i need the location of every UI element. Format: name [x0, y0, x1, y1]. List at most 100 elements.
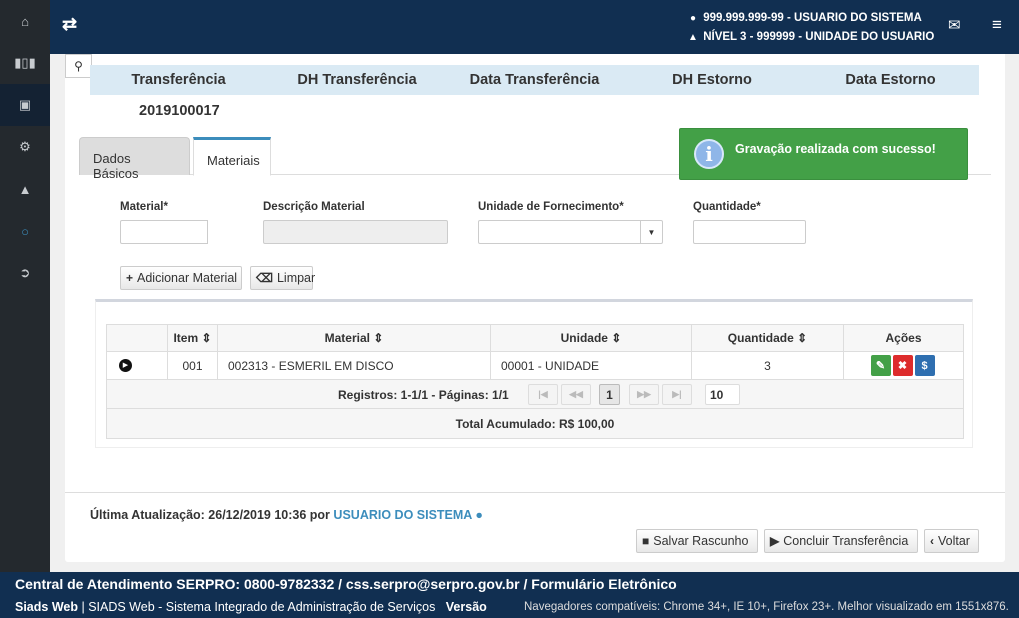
back-button[interactable]: ‹ Voltar: [924, 529, 979, 553]
page-size-select[interactable]: 10: [705, 384, 740, 405]
descricao-label: Descrição Material: [263, 201, 365, 213]
edit-icon[interactable]: ✎: [870, 355, 891, 376]
sign-in-icon[interactable]: ➲: [0, 252, 50, 294]
browsers-text: Navegadores compatíveis: Chrome 34+, IE …: [524, 601, 1009, 613]
user-icon: ●: [475, 508, 483, 522]
transfer-header-table: Transferência DH Transferência Data Tran…: [90, 65, 979, 95]
cell-material: 002313 - ESMERIL EM DISCO: [218, 352, 491, 379]
save-draft-label: Salvar Rascunho: [653, 534, 749, 548]
envelope-icon[interactable]: ✉: [948, 16, 961, 34]
prev-page-icon[interactable]: ◀◀: [561, 384, 591, 405]
quantidade-label: Quantidade*: [693, 201, 761, 213]
grid-header-material-label: Material: [324, 331, 370, 345]
support-text: Central de Atendimento SERPRO: 0800-9782…: [15, 576, 677, 592]
grid-header-item-label: Item: [173, 331, 199, 345]
eraser-icon: ⌫: [256, 271, 273, 285]
page-1-button[interactable]: 1: [599, 384, 620, 405]
sort-icon: ⇕: [611, 331, 622, 345]
save-draft-button[interactable]: ■ Salvar Rascunho: [636, 529, 758, 553]
success-toast[interactable]: i Gravação realizada com sucesso!: [679, 128, 968, 180]
chevron-left-icon: ‹: [930, 534, 934, 548]
version-label: Versão: [445, 600, 487, 614]
last-update-user-link[interactable]: USUARIO DO SISTEMA: [333, 508, 471, 522]
unidade-label: Unidade de Fornecimento*: [478, 201, 624, 213]
hamburger-menu-icon[interactable]: ≡: [992, 15, 1002, 35]
header-col-data-transferencia: Data Transferência: [469, 72, 600, 88]
table-row: ▶ 001 002313 - ESMERIL EM DISCO 00001 - …: [107, 352, 963, 380]
divider: [65, 492, 1005, 493]
system-line: Siads Web | SIADS Web - Sistema Integrad…: [15, 600, 487, 614]
tab-dados-basicos[interactable]: Dados Básicos: [79, 137, 190, 181]
clear-label: Limpar: [276, 271, 316, 285]
grid-header-item[interactable]: Item ⇕: [168, 325, 218, 351]
grid-header-quantidade-label: Quantidade: [727, 331, 794, 345]
grid-header-row: Item ⇕ Material ⇕ Unidade ⇕ Quantidade ⇕…: [107, 325, 963, 352]
grid-total: Total Acumulado: R$ 100,00: [107, 409, 963, 438]
barcode-icon[interactable]: ▮▯▮: [0, 42, 50, 84]
material-label: Material*: [120, 201, 168, 213]
sitemap-icon: ▲: [688, 32, 698, 43]
user-line: 999.999.999-99 - USUARIO DO SISTEMA: [703, 12, 922, 24]
home-icon[interactable]: ⌂: [0, 0, 50, 42]
info-icon: i: [694, 139, 724, 169]
grid-header-acoes: Ações: [885, 331, 922, 345]
grid-header-material[interactable]: Material ⇕: [218, 325, 491, 351]
header-col-data-estorno: Data Estorno: [845, 72, 936, 88]
expand-row-icon[interactable]: ▶: [107, 352, 168, 379]
conclude-transfer-button[interactable]: ▶ Concluir Transferência: [764, 529, 918, 553]
cogs-icon[interactable]: ⚙: [0, 126, 50, 168]
unit-line: NÍVEL 3 - 999999 - UNIDADE DO USUARIO: [703, 31, 935, 43]
grid-header-quantidade[interactable]: Quantidade ⇕: [692, 325, 844, 351]
grid-header-unidade-label: Unidade: [560, 331, 608, 345]
toggle-sidebar-icon[interactable]: ⇄: [62, 14, 77, 35]
header-col-dh-transferencia: DH Transferência: [297, 72, 417, 88]
top-navbar: ⇄ ● 999.999.999-99 - USUARIO DO SISTEMA …: [50, 0, 1019, 54]
cell-quantidade: 3: [692, 352, 844, 379]
conclude-transfer-label: Concluir Transferência: [783, 534, 909, 548]
descricao-input: [263, 220, 448, 244]
cell-unidade: 00001 - UNIDADE: [491, 352, 692, 379]
grid-header-unidade[interactable]: Unidade ⇕: [491, 325, 692, 351]
last-update: Última Atualização: 26/12/2019 10:36 por…: [90, 508, 483, 522]
grid-header-expand: [107, 325, 168, 351]
first-page-icon[interactable]: |◀: [528, 384, 558, 405]
add-material-button[interactable]: + Adicionar Material: [120, 266, 242, 290]
header-col-transferencia: Transferência: [131, 72, 226, 88]
circle-icon[interactable]: ○: [0, 210, 50, 252]
last-update-text: Última Atualização: 26/12/2019 10:36 por: [90, 508, 330, 522]
delete-icon[interactable]: ✖: [892, 355, 913, 376]
system-name: | SIADS Web - Sistema Integrado de Admin…: [81, 600, 436, 614]
floppy-icon: ■: [642, 534, 650, 548]
materials-grid-box: Item ⇕ Material ⇕ Unidade ⇕ Quantidade ⇕…: [95, 299, 973, 448]
sort-icon: ⇕: [201, 331, 212, 345]
caret-down-icon: ▼: [640, 221, 662, 243]
pager-registros: Registros: 1-1/1 - Páginas: 1/1: [338, 388, 509, 402]
sidebar: ⌂ ▮▯▮ ▣ ⚙ ▲ ○ ➲: [0, 0, 50, 572]
tab-materiais[interactable]: Materiais: [193, 137, 271, 176]
cell-item: 001: [168, 352, 218, 379]
materials-grid: Item ⇕ Material ⇕ Unidade ⇕ Quantidade ⇕…: [106, 324, 964, 439]
grid-pager: Registros: 1-1/1 - Páginas: 1/1 |◀ ◀◀ 1 …: [107, 380, 963, 409]
next-page-icon[interactable]: ▶▶: [629, 384, 659, 405]
quantidade-input[interactable]: [693, 220, 806, 244]
user-icon: ●: [689, 13, 697, 24]
cell-acoes: ✎ ✖ $: [844, 352, 963, 379]
toast-message: Gravação realizada com sucesso!: [735, 142, 936, 156]
header-col-dh-estorno: DH Estorno: [672, 72, 752, 88]
search-icon[interactable]: ⚲: [65, 54, 92, 78]
brand-name: Siads Web: [15, 600, 78, 614]
material-input[interactable]: [120, 220, 208, 244]
plus-icon: +: [126, 271, 134, 285]
transferencia-value: 2019100017: [139, 103, 220, 119]
archive-icon[interactable]: ▣: [0, 84, 50, 126]
main-card: Transferência DH Transferência Data Tran…: [65, 54, 1005, 562]
clear-button[interactable]: ⌫ Limpar: [250, 266, 316, 290]
back-label: Voltar: [938, 534, 970, 548]
play-icon: ▶: [770, 534, 780, 548]
dollar-icon[interactable]: $: [914, 355, 935, 376]
add-material-label: Adicionar Material: [137, 271, 238, 285]
user-info: ● 999.999.999-99 - USUARIO DO SISTEMA ▲ …: [686, 9, 934, 47]
last-page-icon[interactable]: ▶|: [662, 384, 692, 405]
graduation-cap-icon[interactable]: ▲: [0, 168, 50, 210]
unidade-select[interactable]: ▼: [478, 220, 663, 244]
